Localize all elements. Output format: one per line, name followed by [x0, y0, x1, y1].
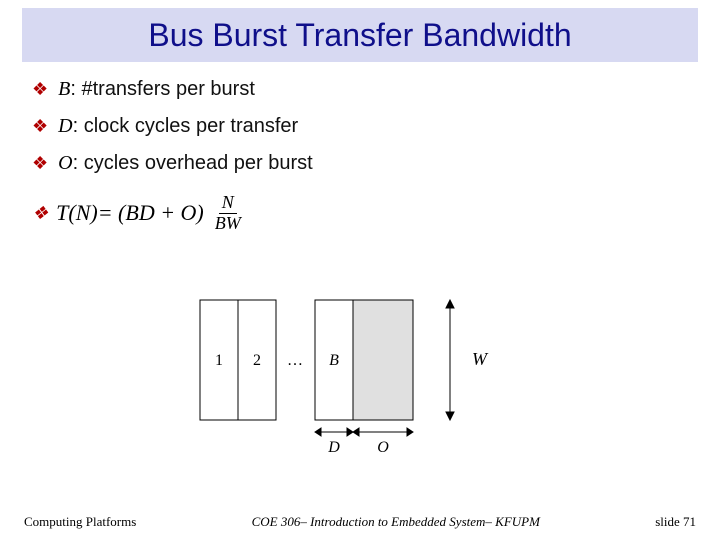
o-label: O: [377, 439, 389, 456]
var-letter: B: [58, 78, 70, 101]
title-bar: Bus Burst Transfer Bandwidth: [22, 8, 698, 62]
formula-fraction: N BW: [212, 193, 244, 234]
page-title: Bus Burst Transfer Bandwidth: [148, 17, 571, 54]
w-label: W: [472, 349, 489, 369]
var-letter: D: [58, 115, 72, 138]
bullet-icon: ❖: [32, 154, 48, 172]
footer-left: Computing Platforms: [24, 514, 136, 530]
col-label: B: [329, 352, 339, 369]
content-area: ❖ B : #transfers per burst ❖ D : clock c…: [32, 78, 688, 234]
col-label: 1: [215, 352, 223, 369]
fraction-denominator: BW: [212, 214, 244, 234]
burst-diagram: 1 2 … B D O W: [190, 290, 540, 470]
formula: ❖ T(N) = (BD + O) N BW: [32, 193, 688, 234]
bullet-icon: ❖: [32, 204, 48, 222]
col-label: 2: [253, 352, 261, 369]
footer-right: slide 71: [655, 514, 696, 530]
formula-mid: = (BD + O): [98, 200, 204, 226]
col-label: …: [287, 352, 303, 369]
bullet-item: ❖ D : clock cycles per transfer: [32, 115, 688, 138]
definition-text: : clock cycles per transfer: [73, 115, 299, 138]
definition-text: : #transfers per burst: [70, 78, 255, 101]
footer: Computing Platforms COE 306– Introductio…: [0, 514, 720, 530]
var-letter: O: [58, 152, 72, 175]
bullet-item: ❖ O : cycles overhead per burst: [32, 152, 688, 175]
bullet-icon: ❖: [32, 80, 48, 98]
d-label: D: [327, 439, 340, 456]
formula-lhs: T(N): [56, 200, 98, 226]
fraction-numerator: N: [219, 193, 237, 214]
bullet-item: ❖ B : #transfers per burst: [32, 78, 688, 101]
bullet-icon: ❖: [32, 117, 48, 135]
footer-center: COE 306– Introduction to Embedded System…: [252, 514, 540, 530]
definition-text: : cycles overhead per burst: [73, 152, 313, 175]
